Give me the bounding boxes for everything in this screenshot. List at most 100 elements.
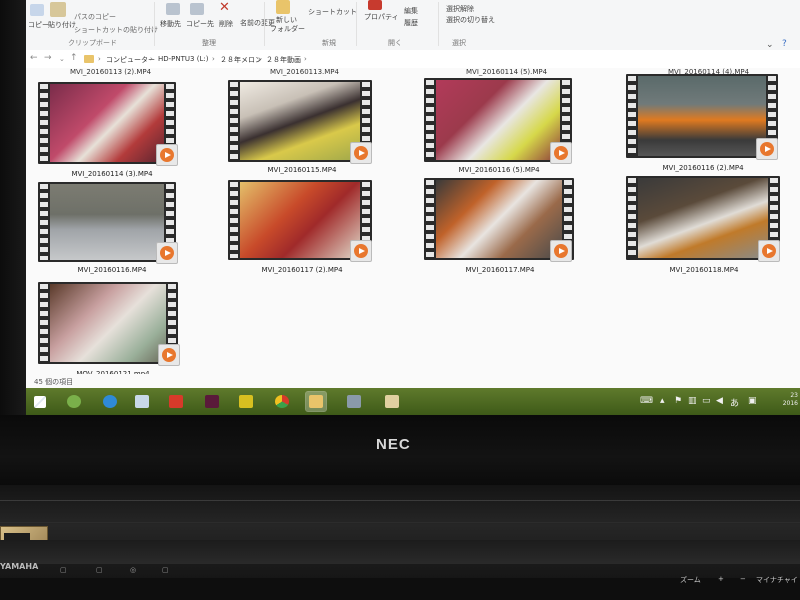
new-folder-icon [276,0,290,14]
file-name: MVI_20160117 (2).MP4 [261,266,343,274]
collapse-ribbon-icon[interactable]: ⌄ [766,40,774,50]
file-name: MVI_20160117.MP4 [465,266,535,274]
breadcrumb-separator: › [98,55,101,63]
battery-icon[interactable]: ▭ [702,396,711,406]
move-to-icon [166,3,180,15]
group-select: 選択 [452,39,466,47]
ribbon: コピー 貼り付け パスのコピー ショートカットの貼り付け クリップボード 移動先… [26,0,800,51]
internet-explorer-icon [103,395,117,408]
clock-date: 2016 [782,400,798,407]
breadcrumb-separator: › [212,55,215,63]
copy-path-button[interactable]: パスのコピー [74,12,116,22]
recent-dropdown-icon[interactable]: ⌄ [59,55,65,63]
ime-icon[interactable]: あ [730,396,739,409]
file-label-partial: MVI_20160114 (5).MP4 [466,68,548,76]
brand-logo: NEC [376,436,411,453]
play-icon [550,142,572,164]
breadcrumb-melon-folder[interactable]: ２８年メロン [220,55,262,65]
speaker-strip [0,540,800,564]
edit-button[interactable]: 編集 [404,6,418,16]
file-name: MVI_20160115.MP4 [267,166,337,174]
taskbar-app[interactable] [132,392,152,411]
properties-button[interactable]: プロパティ [364,12,399,22]
paste-button[interactable]: 貼り付け [48,20,76,30]
breadcrumb-separator: › [258,55,261,63]
start-button[interactable] [30,392,50,411]
group-organize: 整理 [202,39,216,47]
taskbar-chrome[interactable] [272,392,292,411]
flag-icon[interactable]: ⚑ [674,396,682,406]
media-key: ▢ [162,566,169,574]
ribbon-separator [438,2,439,46]
media-key: ◎ [130,566,137,574]
history-button[interactable]: 履歴 [404,18,418,28]
invert-selection-button[interactable]: 選択の切り替え [446,15,495,25]
tray-arrow-icon[interactable]: ▴ [660,396,665,406]
group-open: 開く [388,39,402,47]
properties-icon [368,0,382,10]
delete-button[interactable]: 削除 [219,19,233,29]
screen: コピー 貼り付け パスのコピー ショートカットの貼り付け クリップボード 移動先… [26,0,800,415]
back-icon[interactable]: ← [30,53,38,63]
select-none-button[interactable]: 選択解除 [446,4,474,14]
delete-icon: ✕ [219,0,230,15]
taskbar-hpb[interactable] [202,392,222,411]
taskbar-explorer[interactable] [305,391,327,412]
file-name: MVI_20160116 (5).MP4 [458,166,540,174]
breadcrumb-computer[interactable]: コンピューター [106,55,155,65]
play-icon [758,240,780,262]
video-thumbnail [626,176,780,260]
move-to-button[interactable]: 移動先 [160,19,181,29]
copy-to-icon [190,3,204,15]
play-icon [350,240,372,262]
copy-button[interactable]: コピー [28,20,49,30]
group-clipboard: クリップボード [68,39,117,47]
item-count: 45 個の項目 [34,378,74,386]
file-explorer-icon [309,395,323,408]
screen-bezel-left [0,0,26,415]
speaker-logo: YAMAHA [0,562,39,571]
ribbon-separator [154,2,155,46]
play-icon [550,240,572,262]
keyboard-icon[interactable]: ⌨ [640,396,653,406]
zoom-key-label: ズーム [680,576,701,584]
ime-mode-icon[interactable]: ▣ [748,396,757,406]
paste-icon [50,2,66,17]
taskbar-app[interactable] [236,392,256,411]
network-icon[interactable]: ▥ [688,396,697,406]
clock-time: 23 [790,392,798,399]
taskbar: ⌨ ▴ ⚑ ▥ ▭ ◀ あ ▣ 23 2016 [26,388,800,415]
help-icon[interactable]: ? [782,39,787,49]
breadcrumb-separator: › [150,55,153,63]
app-icon [385,395,399,408]
clock[interactable]: 23 2016 [783,392,798,408]
address-bar: ← → ⌄ ↑ › コンピューター › HD-PNTU3 (L:) › ２８年メ… [26,50,800,69]
shortcut-button[interactable]: ショートカット [308,7,357,17]
file-name: MVI_20160118.MP4 [669,266,739,274]
status-bar: 45 個の項目 [26,374,800,388]
breadcrumb-separator: › [304,55,307,63]
up-icon[interactable]: ↑ [70,53,78,63]
file-view: MVI_20160113 (2).MP4 MVI_20160113.MP4 MV… [26,68,800,378]
app-icon [239,395,253,408]
taskbar-app[interactable] [344,392,364,411]
taskbar-app[interactable] [166,392,186,411]
file-name: MVI_20160116 (2).MP4 [662,164,744,172]
play-icon [156,144,178,166]
breadcrumb-video-folder[interactable]: ２８年動画 [266,55,301,65]
breadcrumb-drive[interactable]: HD-PNTU3 (L:) [158,55,208,63]
video-thumbnail [38,282,178,364]
new-folder-label: フォルダー [270,25,305,33]
play-icon [158,344,180,366]
paste-shortcut-button[interactable]: ショートカットの貼り付け [74,25,158,35]
group-new: 新規 [322,39,336,47]
taskbar-ie[interactable] [100,392,120,411]
taskbar-app[interactable] [382,392,402,411]
copy-to-button[interactable]: コピー先 [186,19,214,29]
divider [0,500,800,501]
taskbar-app[interactable] [64,392,84,411]
volume-icon[interactable]: ◀ [716,396,723,406]
zoom-in-key-label: + [718,575,724,583]
forward-icon[interactable]: → [44,53,52,63]
chrome-icon [275,395,289,408]
